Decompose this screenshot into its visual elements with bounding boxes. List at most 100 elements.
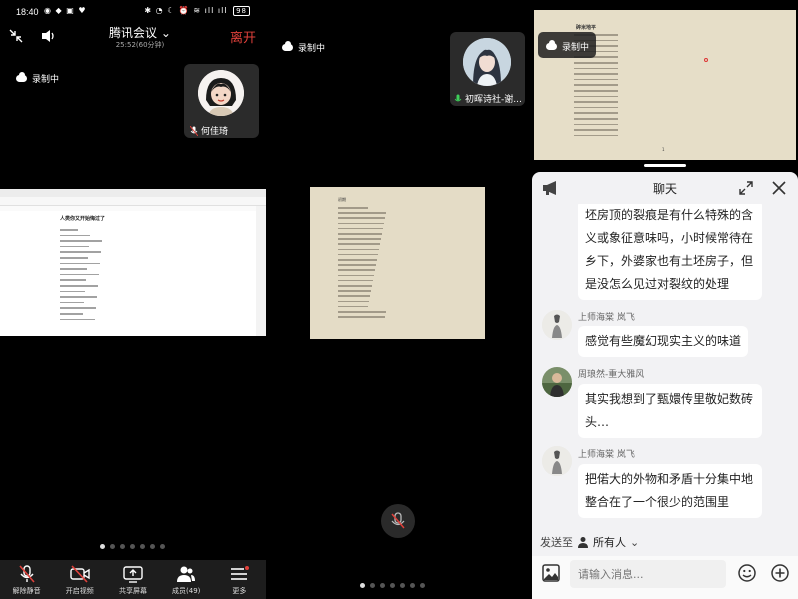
drag-handle[interactable] — [644, 164, 686, 167]
page-dot — [400, 583, 405, 588]
page-dot — [370, 583, 375, 588]
sender-avatar — [542, 310, 572, 340]
chat-title: 聊天 — [652, 182, 677, 196]
sender-avatar — [542, 367, 572, 397]
doc-text-line — [338, 264, 376, 266]
shared-screen[interactable]: 人类你又开始悔过了 — [0, 189, 266, 336]
mic-muted-icon — [391, 512, 405, 529]
participant-tile[interactable]: 何佳琦 — [184, 64, 259, 138]
more-button[interactable]: 更多 — [213, 560, 266, 599]
mic-muted-icon — [18, 565, 35, 583]
signal-icons: ✱ ◔ ☾ ⏰ ≋ ıll ıll 98 — [144, 6, 250, 16]
page-dot — [410, 583, 415, 588]
doc-text-line — [574, 90, 618, 92]
doc-text-line — [338, 243, 380, 245]
doc-text-line — [60, 234, 90, 237]
doc-text-line — [338, 227, 383, 230]
cloud-icon — [282, 41, 293, 51]
plus-icon[interactable] — [771, 564, 789, 582]
chat-message-bubble[interactable]: 把偌大的外物和矛盾十分集中地整合在了一个很少的范围里 — [578, 464, 762, 518]
doc-text-line — [338, 207, 368, 209]
recording-indicator: 录制中 — [546, 40, 589, 53]
members-icon — [177, 566, 196, 582]
doc-text-line — [574, 106, 618, 109]
participant-tile[interactable]: 初晖诗社-谢... — [450, 32, 525, 106]
meeting-main-panel: 18:40 ◉ ◆ ▣ ♥ ✱ ◔ ☾ ⏰ ≋ ıll ıll 98 腾讯会议 … — [0, 0, 266, 599]
chat-message-bubble[interactable]: 坯房顶的裂痕是有什么特殊的含义或象征意味吗，小时候常待在乡下，外婆家也有土坯房子… — [578, 204, 762, 300]
close-icon[interactable] — [771, 180, 787, 196]
doc-text-line — [574, 134, 618, 137]
doc-text-line — [338, 222, 384, 225]
doc-text-line — [574, 73, 618, 75]
cloud-icon — [16, 72, 27, 82]
start-video-button[interactable]: 开启视频 — [53, 560, 106, 599]
members-button[interactable]: 成员(49) — [160, 560, 213, 599]
share-screen-icon — [123, 566, 143, 583]
leave-button[interactable]: 离开 — [230, 27, 256, 46]
chat-message-bubble[interactable]: 其实我想到了甄嬛传里敬妃数砖头… — [578, 384, 762, 438]
sender-name: 上师海棠 岚飞 — [578, 313, 635, 323]
chat-message-bubble[interactable]: 感觉有些魔幻现实主义的味道 — [578, 326, 749, 357]
doc-title: 碎米地平 — [576, 25, 597, 31]
meeting-title[interactable]: 腾讯会议 ⌄ — [100, 24, 180, 41]
doc-text-line — [338, 253, 378, 256]
chat-message-list[interactable]: 坯房顶的裂痕是有什么特殊的含义或象征意味吗，小时候常待在乡下，外婆家也有土坯房子… — [532, 204, 798, 556]
page-dot — [160, 544, 165, 549]
doc-text-line — [338, 238, 381, 240]
sender-avatar — [542, 446, 572, 476]
page-dot — [120, 544, 125, 549]
doc-text-line — [338, 285, 372, 287]
notification-icons: ◉ ◆ ▣ ♥ — [44, 6, 87, 15]
doc-text-line — [338, 290, 371, 292]
page-dot — [420, 583, 425, 588]
shrink-window-icon[interactable] — [8, 28, 24, 44]
person-icon — [578, 537, 588, 548]
recording-badge: 录制中 — [538, 32, 596, 58]
expand-icon[interactable] — [738, 180, 754, 196]
doc-text-line — [60, 273, 99, 276]
doc-text-line — [338, 248, 379, 251]
doc-text-line — [60, 279, 86, 281]
browser-sidebar — [256, 206, 266, 336]
cursor-marker — [704, 58, 708, 62]
meeting-grid-panel: 录制中 初晖诗社-谢... 初期 — [268, 0, 530, 599]
speaker-icon[interactable] — [40, 28, 58, 44]
page-dot — [130, 544, 135, 549]
doc-text-line — [338, 279, 373, 282]
page-dot — [360, 583, 365, 588]
chat-panel: 聊天 坯房顶的裂痕是有什么特殊的含义或象征意味吗，小时候常待在乡下，外婆家也有土… — [532, 172, 798, 599]
doc-text-line — [60, 301, 84, 304]
unmute-button[interactable]: 解除静音 — [0, 560, 53, 599]
doc-text-line — [60, 245, 89, 248]
chevron-down-icon: ⌄ — [630, 535, 640, 549]
message-input[interactable] — [570, 560, 726, 588]
share-screen-button[interactable]: 共享屏幕 — [106, 560, 159, 599]
doc-title: 人类你又开始悔过了 — [60, 216, 106, 222]
mic-active-icon — [454, 94, 462, 101]
doc-text-line — [338, 212, 386, 214]
page-dot — [150, 544, 155, 549]
page-dot — [110, 544, 115, 549]
mute-toggle-button[interactable] — [381, 504, 415, 538]
meeting-timer: 25:52(60分钟) — [115, 41, 165, 49]
emoji-icon[interactable] — [738, 564, 756, 582]
browser-addressbar — [0, 197, 266, 206]
doc-title: 初期 — [338, 197, 346, 202]
mic-muted-icon — [190, 125, 198, 136]
doc-text-line — [60, 229, 78, 231]
recording-indicator: 录制中 — [282, 41, 325, 54]
doc-text-line — [338, 269, 375, 271]
camera-off-icon — [70, 565, 90, 583]
browser-bookmarks — [0, 206, 266, 211]
send-to-selector[interactable]: 发送至 所有人 ⌄ — [540, 534, 639, 550]
chat-header: 聊天 — [532, 172, 798, 204]
shared-screen[interactable]: 初期 — [310, 187, 485, 339]
doc-text-line — [574, 118, 618, 120]
meeting-header: 腾讯会议 ⌄ 25:52(60分钟) 离开 — [0, 24, 266, 52]
doc-text-line — [338, 311, 386, 313]
doc-text-line — [574, 78, 618, 81]
page-dot — [100, 544, 105, 549]
doc-text-line — [60, 318, 95, 321]
chat-input-bar — [532, 556, 798, 599]
image-icon[interactable] — [542, 564, 560, 582]
